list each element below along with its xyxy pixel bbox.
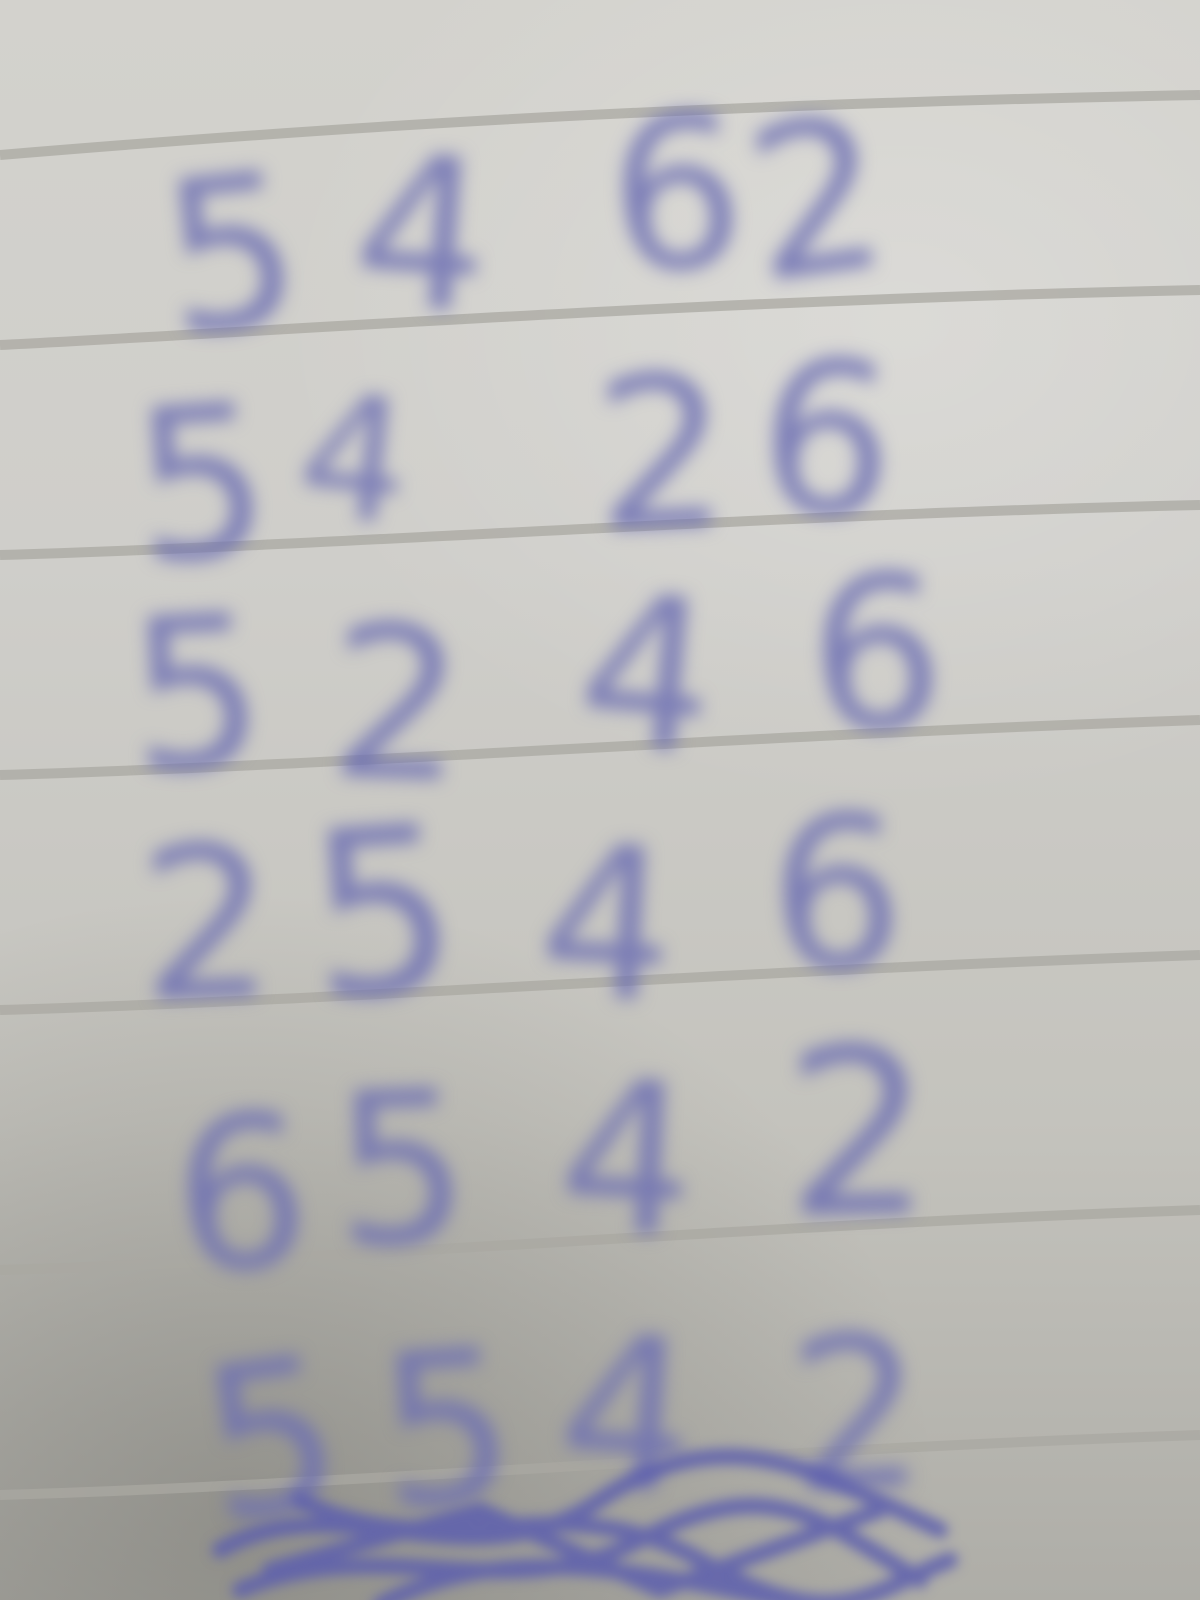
digit: 2 [733,68,900,331]
digit: 4 [533,798,680,1051]
digit: 2 [590,329,733,580]
digit: 6 [767,770,906,1019]
digit: 6 [168,1068,315,1321]
ink-layer: 5 4 6 2 5 4 2 6 5 2 4 6 2 5 4 6 6 5 4 2 [0,0,1200,1600]
digit: 4 [553,1033,700,1286]
digit: 4 [289,355,419,565]
digit: 6 [603,68,750,321]
digit: 2 [782,999,934,1270]
handwriting-photo: 5 4 6 2 5 4 2 6 5 2 4 6 2 5 4 6 6 5 4 2 [0,0,1200,1600]
digit: 5 [123,568,270,821]
crossed-out-scribble [212,1448,958,1600]
digit: 5 [126,357,277,612]
digit-row: 5 2 4 6 [0,530,1200,830]
digit-row: 6 5 4 2 [0,1000,1200,1321]
digit: 6 [753,313,900,566]
digit: 5 [152,125,311,384]
digit: 2 [135,799,278,1050]
digit-row: 2 5 4 6 [0,771,1200,1053]
digit: 6 [805,529,948,780]
digit: 5 [330,1044,473,1295]
digit: 5 [300,776,466,1053]
digit: 4 [346,107,498,362]
digit: 4 [569,546,725,803]
